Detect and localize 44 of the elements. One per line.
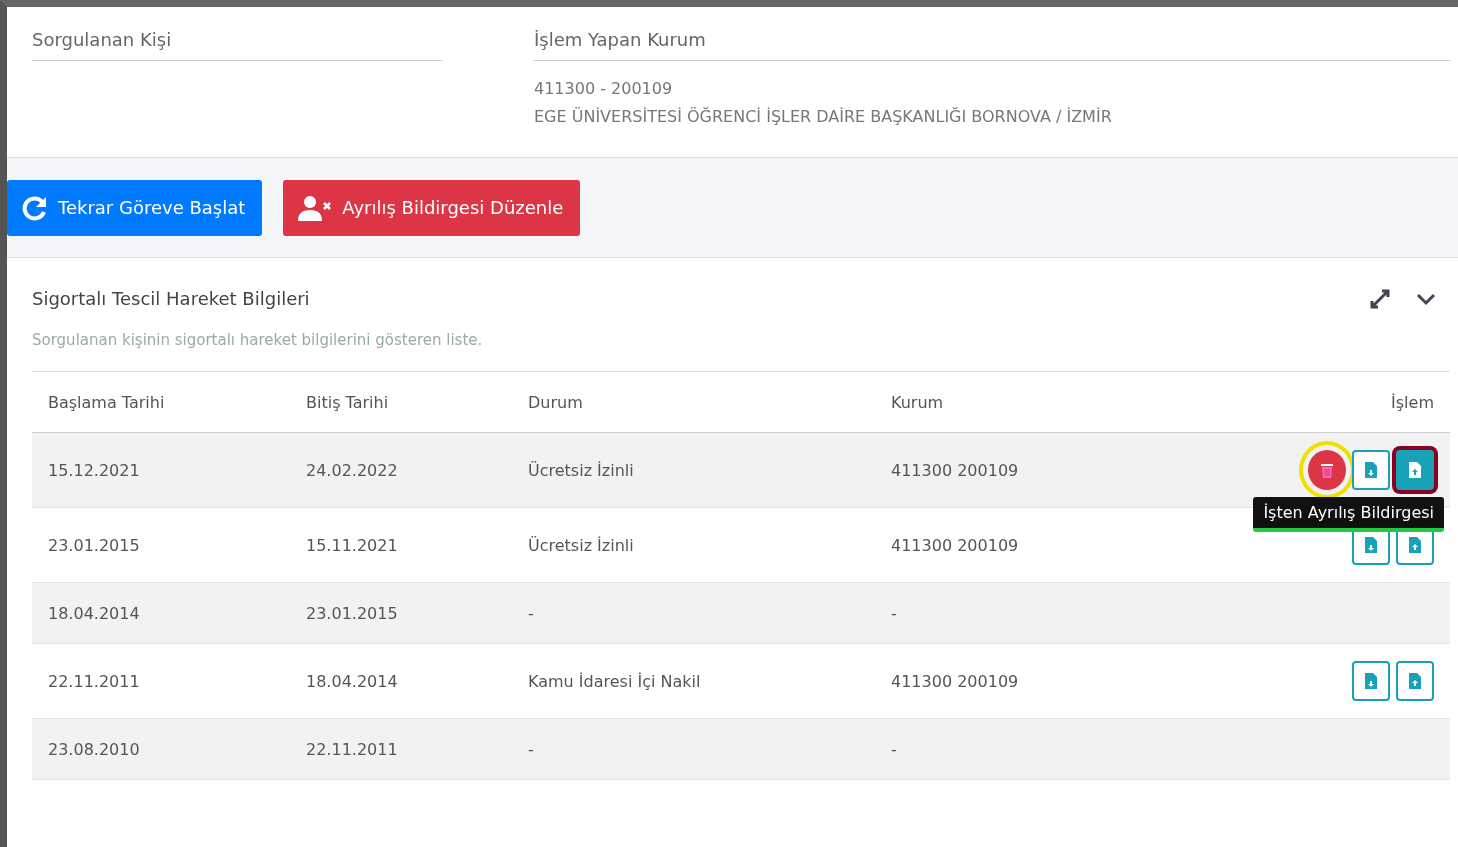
file-download-icon	[1365, 673, 1377, 689]
file-upload-icon	[1409, 537, 1421, 553]
table-cell-text: 23.01.2015	[48, 535, 141, 555]
institution-code: 411300 - 200109	[534, 78, 674, 100]
table-cell-text: 411300 200109	[891, 535, 1020, 555]
table-cell-text: 22.11.2011	[306, 739, 399, 759]
table-cell-text: -	[528, 739, 535, 759]
table-cell-text: 15.12.2021	[48, 460, 141, 480]
table-cell-text: 411300 200109	[891, 671, 1020, 691]
column-header: İşlem	[1390, 392, 1434, 412]
table-cell-text: -	[528, 603, 535, 623]
table-cell-text: 15.11.2021	[306, 535, 399, 555]
table-cell-text: 23.08.2010	[48, 739, 141, 759]
file-download-icon	[1365, 537, 1377, 553]
field-label: İşlem Yapan Kurum	[534, 29, 1450, 61]
user-remove-icon	[298, 194, 333, 221]
table-cell-text: 18.04.2014	[48, 603, 141, 623]
table-cell-text: Ücretsiz İzinli	[528, 535, 635, 555]
table-cell-text: 18.04.2014	[306, 671, 399, 691]
card-subtitle: Sorgulanan kişinin sigortalı hareket bilgilerini gösteren liste.	[32, 331, 484, 349]
table-cell-text: Kamu İdaresi İçi Nakil	[528, 671, 702, 691]
column-header: Kurum	[891, 392, 945, 412]
column-header: Durum	[528, 392, 584, 412]
file-upload-icon	[1409, 673, 1421, 689]
table-cell-text: Ücretsiz İzinli	[528, 460, 635, 480]
table-cell-text: -	[891, 603, 898, 623]
table-cell-text: 24.02.2022	[306, 460, 399, 480]
column-header: Başlama Tarihi	[48, 392, 166, 412]
expand-icon[interactable]	[1370, 288, 1390, 309]
tooltip: İşten Ayrılış Bildirgesi	[1253, 497, 1444, 532]
table-cell-text: 411300 200109	[891, 460, 1020, 480]
card-title: Sigortalı Tescil Hareket Bilgileri	[32, 288, 310, 309]
refresh-icon	[22, 194, 48, 221]
restart-button[interactable]: Tekrar Göreve Başlat	[7, 179, 263, 236]
column-header: Bitiş Tarihi	[306, 392, 390, 412]
table-cell-text: -	[891, 739, 898, 759]
table-cell-text: 23.01.2015	[306, 603, 399, 623]
leave-notice-button[interactable]: Ayrılış Bildirgesi Düzenle	[283, 179, 581, 236]
institution-name: EGE ÜNİVERSİTESİ ÖĞRENCİ İŞLER DAİRE BAŞKANLIĞI BORNOVA / İZMİR	[534, 106, 1113, 128]
file-upload-icon	[1409, 462, 1421, 478]
file-download-icon	[1365, 462, 1377, 478]
table-cell-text: 22.11.2011	[48, 671, 141, 691]
field-label: Sorgulanan Kişi	[32, 29, 442, 61]
trash-icon	[1321, 462, 1333, 478]
